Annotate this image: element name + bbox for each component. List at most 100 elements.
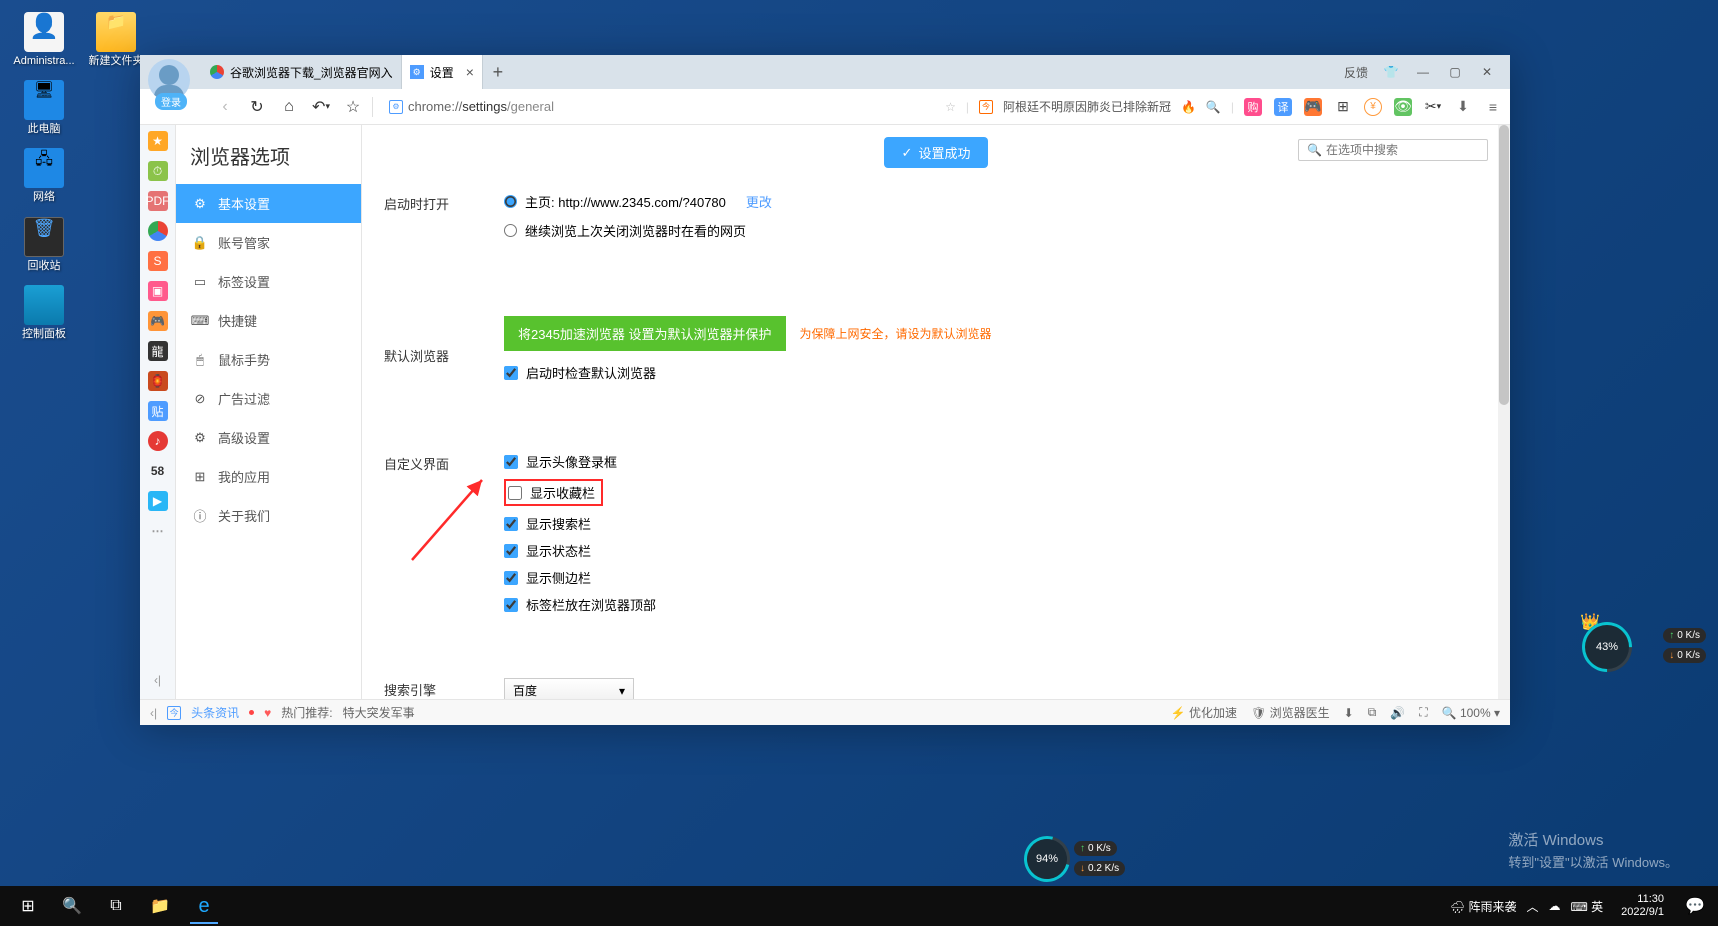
menu-icon[interactable]: ≡ xyxy=(1484,98,1502,116)
sidebar-chrome-icon[interactable] xyxy=(148,221,168,241)
check-sidebar[interactable]: 显示侧边栏 xyxy=(504,568,1488,587)
nav-item-gear[interactable]: ⚙基本设置 xyxy=(176,184,361,223)
new-tab-button[interactable]: + xyxy=(483,62,513,83)
set-default-button[interactable]: 将2345加速浏览器 设置为默认浏览器并保护 xyxy=(504,316,786,351)
check-status[interactable]: 显示状态栏 xyxy=(504,541,1488,560)
taskview-button[interactable]: ⧉ xyxy=(94,886,138,926)
skin-icon[interactable]: 👕 xyxy=(1382,65,1400,79)
download-icon[interactable]: ⬇ xyxy=(1454,98,1472,116)
undo-button[interactable]: ↶▾ xyxy=(312,98,330,116)
nav-item-advanced[interactable]: ⚙高级设置 xyxy=(176,418,361,457)
optimize-button[interactable]: ⚡ 优化加速 xyxy=(1171,704,1237,721)
nav-item-keyboard[interactable]: ⌨快捷键 xyxy=(176,301,361,340)
checkbox-input[interactable] xyxy=(504,571,518,585)
sidebar-star-icon[interactable]: ★ xyxy=(148,131,168,151)
shop-icon[interactable]: 购 xyxy=(1244,98,1262,116)
nav-item-mouse[interactable]: 🖱鼠标手势 xyxy=(176,340,361,379)
sound-icon[interactable]: 🔊 xyxy=(1390,706,1405,720)
weather-icon[interactable]: 🌧 阵雨来袭 xyxy=(1450,898,1517,915)
maximize-button[interactable]: ▢ xyxy=(1446,65,1464,79)
check-tabontop[interactable]: 标签栏放在浏览器顶部 xyxy=(504,595,1488,614)
desktop-icon-user[interactable]: 👤 Administra... xyxy=(10,10,78,70)
game-icon[interactable]: 🎮 xyxy=(1304,98,1322,116)
check-bookmarks-highlighted[interactable]: 显示收藏栏 xyxy=(504,479,1488,506)
doctor-button[interactable]: 🛡 浏览器医生 xyxy=(1251,704,1330,721)
eye-icon[interactable]: 👁 xyxy=(1394,98,1412,116)
browser-button[interactable]: e xyxy=(182,886,226,926)
star-outline-icon[interactable]: ☆ xyxy=(945,100,956,114)
scissors-icon[interactable]: ✂▾ xyxy=(1424,98,1442,116)
hot-news[interactable]: 阿根廷不明原因肺炎已排除新冠 xyxy=(1003,98,1171,115)
tab-close-icon[interactable]: × xyxy=(466,64,474,80)
nav-item-lock[interactable]: 🔒账号管家 xyxy=(176,223,361,262)
download-icon[interactable]: ⬇ xyxy=(1344,706,1354,720)
address-bar[interactable]: ⚙ chrome://settings/general xyxy=(383,99,935,114)
money-icon[interactable]: ¥ xyxy=(1364,98,1382,116)
explorer-button[interactable]: 📁 xyxy=(138,886,182,926)
checkbox-input[interactable] xyxy=(504,455,518,469)
feedback-link[interactable]: 反馈 xyxy=(1344,64,1368,81)
check-startup-default[interactable]: 启动时检查默认浏览器 xyxy=(504,363,1488,382)
grid-icon[interactable]: ⊞ xyxy=(1334,98,1352,116)
login-badge[interactable]: 登录 xyxy=(155,93,187,110)
gauge-94[interactable]: 94% xyxy=(1024,836,1070,882)
news-prefix[interactable]: 头条资讯 xyxy=(191,704,239,721)
radio-input[interactable] xyxy=(504,224,517,237)
checkbox-input[interactable] xyxy=(508,486,522,500)
refresh-button[interactable]: ↻ xyxy=(248,98,266,116)
search-button[interactable]: 🔍 xyxy=(50,886,94,926)
nav-item-grid[interactable]: ⊞我的应用 xyxy=(176,457,361,496)
sidebar-num-icon[interactable]: 58 xyxy=(148,461,168,481)
checkbox-input[interactable] xyxy=(504,598,518,612)
minimize-button[interactable]: — xyxy=(1414,65,1432,79)
home-button[interactable]: ⌂ xyxy=(280,98,298,116)
fullscreen-icon[interactable]: ⛶ xyxy=(1419,705,1427,720)
translate-icon[interactable]: 译 xyxy=(1274,98,1292,116)
desktop-icon-computer[interactable]: 🖥 此电脑 xyxy=(10,78,78,138)
settings-search[interactable]: 🔍 xyxy=(1298,139,1488,161)
desktop-icon-control[interactable]: 控制面板 xyxy=(10,283,78,343)
back-button[interactable]: ‹ xyxy=(216,98,234,116)
search-icon[interactable]: 🔍 xyxy=(1206,100,1221,114)
hot-item[interactable]: 特大突发军事 xyxy=(343,704,415,721)
checkbox-input[interactable] xyxy=(504,544,518,558)
sidebar-game1-icon[interactable]: 🎮 xyxy=(148,311,168,331)
nav-item-block[interactable]: ⊘广告过滤 xyxy=(176,379,361,418)
ime-icon[interactable]: ⌨ 英 xyxy=(1571,898,1604,915)
radio-continue[interactable]: 继续浏览上次关闭浏览器时在看的网页 xyxy=(504,221,1488,240)
sidebar-pdf-icon[interactable]: PDF xyxy=(148,191,168,211)
clock[interactable]: 11:30 2022/9/1 xyxy=(1613,893,1672,919)
tray-chevron-icon[interactable]: ︿ xyxy=(1526,898,1538,915)
desktop-icon-recycle[interactable]: 🗑 回收站 xyxy=(10,215,78,275)
nav-item-info[interactable]: ⓘ关于我们 xyxy=(176,496,361,535)
gauge-43[interactable]: 43% xyxy=(1582,622,1632,672)
sidebar-game2-icon[interactable]: 🏮 xyxy=(148,371,168,391)
radio-homepage[interactable]: 主页: http://www.2345.com/?40780 更改 xyxy=(504,192,1488,211)
checkbox-input[interactable] xyxy=(504,366,518,380)
check-search[interactable]: 显示搜索栏 xyxy=(504,514,1488,533)
sidebar-collapse-button[interactable]: ‹| xyxy=(154,673,161,687)
radio-input[interactable] xyxy=(504,195,517,208)
close-button[interactable]: ✕ xyxy=(1478,65,1496,79)
pip-icon[interactable]: ⧉ xyxy=(1368,705,1377,720)
zoom-display[interactable]: 🔍 100% ▾ xyxy=(1442,706,1500,720)
star-button[interactable]: ☆ xyxy=(344,98,362,116)
change-link[interactable]: 更改 xyxy=(746,192,772,211)
tab-active[interactable]: ⚙ 设置 × xyxy=(402,55,483,89)
news-icon[interactable]: 今 xyxy=(167,706,181,720)
search-engine-select[interactable]: 百度 ▾ xyxy=(504,678,634,699)
desktop-icon-network[interactable]: 🖧 网络 xyxy=(10,146,78,206)
sidebar-more-icon[interactable]: ⋯ xyxy=(148,521,168,541)
onedrive-icon[interactable]: ☁ xyxy=(1549,899,1561,913)
sidebar-clock-icon[interactable]: ⏱ xyxy=(148,161,168,181)
tab-inactive[interactable]: 谷歌浏览器下载_浏览器官网入 xyxy=(202,55,402,89)
sidebar-tag-icon[interactable]: 贴 xyxy=(148,401,168,421)
sidebar-note-icon[interactable]: S xyxy=(148,251,168,271)
check-avatar[interactable]: 显示头像登录框 xyxy=(504,452,1488,471)
nav-item-tab[interactable]: ▭标签设置 xyxy=(176,262,361,301)
checkbox-input[interactable] xyxy=(504,517,518,531)
sidebar-video-icon[interactable]: ▶ xyxy=(148,491,168,511)
collapse-sidebar-icon[interactable]: ‹| xyxy=(150,706,157,720)
sidebar-dragon-icon[interactable]: 龍 xyxy=(148,341,168,361)
notifications-button[interactable]: 💬 xyxy=(1682,886,1708,926)
